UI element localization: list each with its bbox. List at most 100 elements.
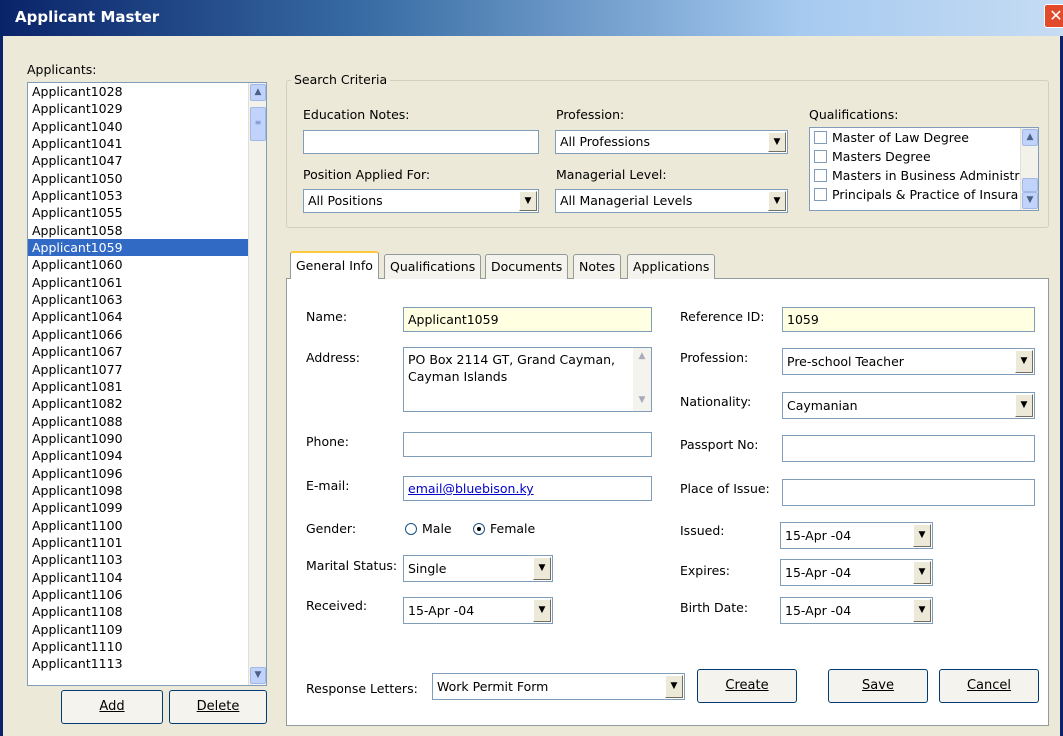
- email-link[interactable]: email@bluebison.ky: [408, 481, 534, 496]
- list-item[interactable]: Applicant1058: [28, 222, 266, 239]
- applicants-listbox[interactable]: Applicant1028 Applicant1029 Applicant1040 A…: [27, 82, 267, 686]
- list-item[interactable]: Applicant1103: [28, 551, 266, 568]
- list-item[interactable]: Applicant1050: [28, 170, 266, 187]
- managerial-level-select[interactable]: All Managerial Levels ▼: [555, 189, 788, 213]
- response-letters-select[interactable]: Work Permit Form ▼: [432, 673, 685, 700]
- list-item[interactable]: Applicant1099: [28, 499, 266, 516]
- qualification-checkbox[interactable]: [814, 169, 827, 182]
- dropdown-icon[interactable]: ▼: [1015, 350, 1033, 373]
- qualification-checkbox[interactable]: [814, 188, 827, 201]
- list-item[interactable]: Applicant1077: [28, 361, 266, 378]
- tab-documents[interactable]: Documents: [485, 254, 569, 279]
- dropdown-icon[interactable]: ▼: [665, 675, 683, 698]
- issued-date-picker[interactable]: 15-Apr -04 ▼: [780, 522, 933, 549]
- list-item[interactable]: Applicant1063: [28, 291, 266, 308]
- scroll-up-button[interactable]: ▲: [1022, 129, 1038, 146]
- list-item[interactable]: Applicant1055: [28, 204, 266, 221]
- dropdown-icon[interactable]: ▼: [768, 132, 786, 152]
- create-button[interactable]: Create: [697, 669, 797, 703]
- list-item[interactable]: Applicant1094: [28, 447, 266, 464]
- save-button[interactable]: Save: [828, 669, 928, 703]
- list-item[interactable]: Applicant1104: [28, 569, 266, 586]
- list-item[interactable]: Applicant1088: [28, 413, 266, 430]
- male-radio[interactable]: [405, 523, 417, 535]
- list-item[interactable]: Applicant1110: [28, 638, 266, 655]
- list-item[interactable]: Applicant1047: [28, 152, 266, 169]
- list-item[interactable]: Applicant1090: [28, 430, 266, 447]
- add-button[interactable]: Add: [61, 690, 163, 724]
- list-item[interactable]: Applicant1067: [28, 343, 266, 360]
- dropdown-icon[interactable]: ▼: [913, 599, 931, 622]
- phone-input[interactable]: [403, 432, 652, 457]
- applicants-scrollbar[interactable]: ▲ ≡ ▼: [248, 83, 266, 685]
- dropdown-icon[interactable]: ▼: [533, 599, 551, 622]
- female-radio[interactable]: [473, 523, 485, 535]
- address-scrollbar[interactable]: ▲ ▼: [633, 348, 651, 411]
- list-item[interactable]: Applicant1040: [28, 118, 266, 135]
- expires-date-picker[interactable]: 15-Apr -04 ▼: [780, 559, 933, 586]
- list-item[interactable]: Applicant1029: [28, 100, 266, 117]
- list-item[interactable]: Applicant1059: [28, 239, 266, 257]
- qualification-item[interactable]: Masters in Business Administr: [810, 166, 1038, 185]
- list-item[interactable]: Applicant1028: [28, 83, 266, 100]
- dropdown-icon[interactable]: ▼: [533, 557, 551, 580]
- qualification-item[interactable]: Master of Law Degree: [810, 128, 1038, 147]
- dropdown-icon[interactable]: ▼: [1015, 394, 1033, 417]
- list-item[interactable]: Applicant1061: [28, 274, 266, 291]
- qualifications-scrollbar[interactable]: ▲ ▼: [1020, 128, 1038, 210]
- email-input[interactable]: email@bluebison.ky: [403, 476, 652, 501]
- address-textarea[interactable]: PO Box 2114 GT, Grand Cayman, Cayman Isl…: [403, 347, 652, 412]
- tab-applications[interactable]: Applications: [627, 254, 716, 279]
- list-item[interactable]: Applicant1066: [28, 326, 266, 343]
- dropdown-icon[interactable]: ▼: [519, 191, 537, 211]
- list-item[interactable]: Applicant1100: [28, 517, 266, 534]
- delete-button[interactable]: Delete: [169, 690, 267, 724]
- dropdown-icon[interactable]: ▼: [913, 524, 931, 547]
- list-item[interactable]: Applicant1064: [28, 308, 266, 325]
- list-item[interactable]: Applicant1041: [28, 135, 266, 152]
- scroll-thumb[interactable]: ≡: [250, 107, 266, 141]
- list-item[interactable]: Applicant1096: [28, 465, 266, 482]
- education-notes-input[interactable]: [303, 130, 539, 154]
- close-button[interactable]: ✕: [1044, 4, 1063, 28]
- tab-qualifications[interactable]: Qualifications: [384, 254, 482, 279]
- gender-male-option[interactable]: Male: [405, 521, 452, 536]
- title-bar[interactable]: Applicant Master ✕: [3, 0, 1063, 36]
- list-item[interactable]: Applicant1113: [28, 655, 266, 672]
- gender-female-option[interactable]: Female: [473, 521, 535, 536]
- scroll-thumb[interactable]: [1022, 178, 1038, 192]
- scroll-down-button[interactable]: ▼: [250, 667, 266, 684]
- position-applied-select[interactable]: All Positions ▼: [303, 189, 539, 213]
- qualification-item[interactable]: Masters Degree: [810, 147, 1038, 166]
- search-profession-select[interactable]: All Professions ▼: [555, 130, 788, 154]
- marital-status-select[interactable]: Single ▼: [403, 555, 553, 582]
- reference-id-input[interactable]: 1059: [782, 307, 1035, 332]
- qualification-checkbox[interactable]: [814, 150, 827, 163]
- name-input[interactable]: Applicant1059: [403, 307, 652, 332]
- list-item[interactable]: Applicant1101: [28, 534, 266, 551]
- list-item[interactable]: Applicant1109: [28, 621, 266, 638]
- profession-select[interactable]: Pre-school Teacher ▼: [782, 348, 1035, 375]
- list-item[interactable]: Applicant1082: [28, 395, 266, 412]
- passport-no-input[interactable]: [782, 435, 1035, 462]
- scroll-up-button[interactable]: ▲: [250, 84, 266, 101]
- tab-notes[interactable]: Notes: [573, 254, 622, 279]
- place-of-issue-input[interactable]: [782, 479, 1035, 506]
- qualifications-checklist[interactable]: Master of Law Degree Masters Degree Master…: [809, 127, 1039, 211]
- list-item[interactable]: Applicant1106: [28, 586, 266, 603]
- list-item[interactable]: Applicant1053: [28, 187, 266, 204]
- nationality-select[interactable]: Caymanian ▼: [782, 392, 1035, 419]
- list-item[interactable]: Applicant1098: [28, 482, 266, 499]
- cancel-button[interactable]: Cancel: [939, 669, 1039, 703]
- dropdown-icon[interactable]: ▼: [913, 561, 931, 584]
- qualification-item[interactable]: Principals & Practice of Insura: [810, 185, 1038, 204]
- list-item[interactable]: Applicant1060: [28, 256, 266, 273]
- list-item[interactable]: Applicant1081: [28, 378, 266, 395]
- qualification-checkbox[interactable]: [814, 131, 827, 144]
- scroll-down-button[interactable]: ▼: [1022, 192, 1038, 209]
- list-item[interactable]: Applicant1108: [28, 603, 266, 620]
- tab-general-info[interactable]: General Info: [290, 251, 379, 279]
- received-date-picker[interactable]: 15-Apr -04 ▼: [403, 597, 553, 624]
- dropdown-icon[interactable]: ▼: [768, 191, 786, 211]
- birth-date-picker[interactable]: 15-Apr -04 ▼: [780, 597, 933, 624]
